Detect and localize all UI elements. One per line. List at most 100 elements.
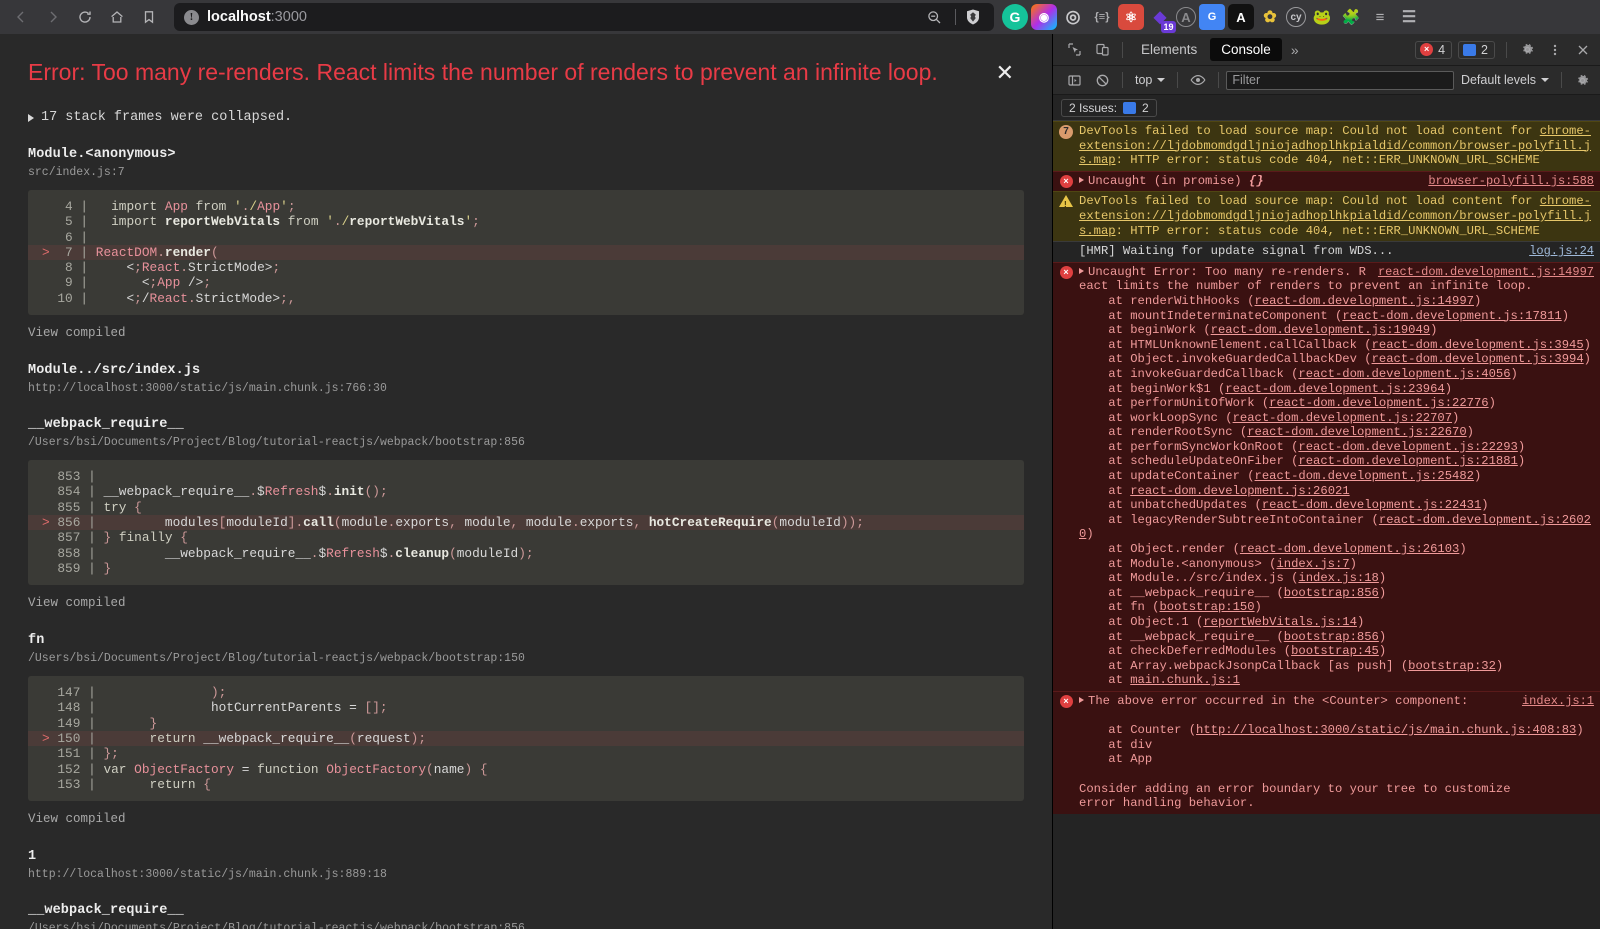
main-menu-icon[interactable]: ☰ bbox=[1396, 4, 1422, 30]
extension-axe-icon[interactable]: A bbox=[1176, 7, 1196, 27]
inspect-element-icon[interactable] bbox=[1061, 38, 1087, 62]
console-message[interactable]: 7 DevTools failed to load source map: Cou… bbox=[1053, 121, 1600, 171]
console-message[interactable]: log.js:24 [HMR] Waiting for update signal… bbox=[1053, 241, 1600, 262]
stack-frame-location: /Users/bsi/Documents/Project/Blog/tutori… bbox=[28, 652, 525, 666]
extension-google-translate-icon[interactable]: G bbox=[1199, 4, 1225, 30]
extension-cypress-icon[interactable]: cy bbox=[1286, 7, 1306, 27]
error-dot-icon: × bbox=[1420, 43, 1434, 56]
code-snippet: 853 | 854 | __webpack_require__.$Refresh… bbox=[28, 460, 1024, 586]
extension-target-ring-icon[interactable]: ◎ bbox=[1060, 4, 1086, 30]
stack-frame-function: __webpack_require__ bbox=[28, 903, 184, 919]
console-message-body: DevTools failed to load source map: Coul… bbox=[1079, 124, 1594, 168]
browser-window: ! localhost:3000 G ◉ ◎ {≡} ⚛ ◆ 19 A G A ✿ bbox=[0, 0, 1600, 929]
stack-frame: __webpack_require__ /Users/bsi/Documents/… bbox=[28, 417, 1024, 611]
console-message[interactable]: DevTools failed to load source map: Coul… bbox=[1053, 191, 1600, 242]
site-info-icon[interactable]: ! bbox=[184, 9, 199, 25]
console-message-list[interactable]: 7 DevTools failed to load source map: Cou… bbox=[1053, 121, 1600, 929]
extension-colorzilla-icon[interactable]: ◉ bbox=[1031, 4, 1057, 30]
stack-frame-function: 1 bbox=[28, 849, 37, 865]
console-sidebar-icon[interactable] bbox=[1061, 68, 1087, 92]
issues-pill[interactable]: 2 Issues: 2 bbox=[1061, 98, 1157, 117]
warning-icon bbox=[1053, 194, 1079, 238]
more-tabs-icon[interactable]: » bbox=[1284, 42, 1306, 58]
console-toolbar-divider-2 bbox=[1177, 72, 1179, 88]
code-line: > 856 | modules[moduleId].call(module.ex… bbox=[28, 514, 1024, 531]
extension-colorpicker-icon[interactable]: ✿ bbox=[1257, 4, 1283, 30]
error-count-badge[interactable]: × 4 bbox=[1415, 40, 1453, 59]
code-line: 854 | __webpack_require__.$Refresh$.init… bbox=[57, 484, 388, 500]
tab-elements[interactable]: Elements bbox=[1130, 38, 1208, 61]
stack-frame: Module.<anonymous> src/index.js:7 4 | imp… bbox=[28, 147, 1024, 341]
error-header: Error: Too many re-renders. React limits… bbox=[28, 58, 1024, 88]
browser-toolbar: ! localhost:3000 G ◉ ◎ {≡} ⚛ ◆ 19 A G A ✿ bbox=[0, 0, 1600, 34]
view-compiled-link[interactable]: View compiled bbox=[28, 596, 126, 610]
issues-bar[interactable]: 2 Issues: 2 bbox=[1053, 95, 1600, 121]
code-line: 858 | __webpack_require__.$Refresh$.clea… bbox=[57, 545, 534, 561]
code-line: 153 | return { bbox=[57, 776, 211, 792]
console-message-source-link[interactable]: log.js:24 bbox=[1529, 244, 1594, 259]
execution-context-label: top bbox=[1135, 73, 1153, 87]
stack-frame-function: __webpack_require__ bbox=[28, 417, 184, 433]
gear-icon[interactable] bbox=[1514, 38, 1540, 62]
issues-count: 2 bbox=[1142, 100, 1149, 115]
clear-console-icon[interactable] bbox=[1089, 68, 1115, 92]
console-message-source-link[interactable]: browser-polyfill.js:588 bbox=[1428, 174, 1594, 189]
log-levels-selector[interactable]: Default levels bbox=[1456, 71, 1554, 89]
extension-frog-icon[interactable]: 🐸 bbox=[1309, 4, 1335, 30]
url-text: localhost:3000 bbox=[207, 9, 911, 25]
console-toolbar-divider-3 bbox=[1218, 72, 1220, 88]
console-message-body: index.js:1 The above error occurred in th… bbox=[1079, 694, 1594, 811]
console-settings-icon[interactable] bbox=[1569, 68, 1595, 92]
error-overlay-content: Error: Too many re-renders. React limits… bbox=[0, 34, 1052, 929]
close-overlay-button[interactable]: ✕ bbox=[976, 58, 1024, 88]
console-message[interactable]: × index.js:1 The above error occurred in t… bbox=[1053, 690, 1600, 814]
extension-angular-icon[interactable]: A bbox=[1228, 4, 1254, 30]
console-message-source-link[interactable]: react-dom.development.js:14997 bbox=[1378, 265, 1594, 280]
code-line: 151 | }; bbox=[57, 746, 119, 762]
url-host: localhost bbox=[207, 9, 271, 25]
console-message-text: Uncaught Error: Too many re-renders. Rea… bbox=[1079, 264, 1591, 688]
collapsed-frames-toggle[interactable]: 17 stack frames were collapsed. bbox=[28, 110, 1024, 125]
extension-redux-devtools-icon[interactable]: ◆ 19 bbox=[1147, 4, 1176, 33]
devtools-tabbar: Elements Console » × 4 2 bbox=[1053, 34, 1600, 66]
issues-label: 2 Issues: bbox=[1069, 100, 1118, 115]
extension-json-formatter-icon[interactable]: {≡} bbox=[1089, 4, 1115, 30]
bookmark-icon[interactable] bbox=[134, 3, 164, 31]
reload-icon[interactable] bbox=[70, 3, 100, 31]
stack-frame-function: fn bbox=[28, 633, 45, 649]
console-message-body: browser-polyfill.js:588 Uncaught (in prom… bbox=[1079, 174, 1594, 189]
forward-arrow-icon[interactable] bbox=[38, 3, 68, 31]
back-arrow-icon[interactable] bbox=[6, 3, 36, 31]
stack-frame-location: src/index.js:7 bbox=[28, 166, 125, 179]
more-options-icon[interactable] bbox=[1542, 38, 1568, 62]
live-expression-icon[interactable] bbox=[1185, 68, 1211, 92]
brave-shield-icon[interactable] bbox=[962, 6, 984, 28]
toggle-device-toolbar-icon[interactable] bbox=[1089, 38, 1115, 62]
search-icon[interactable] bbox=[919, 3, 949, 31]
tabbar-divider bbox=[1122, 41, 1123, 58]
chevron-down-icon-2 bbox=[1541, 78, 1549, 82]
extension-react-devtools-icon[interactable]: ⚛ bbox=[1118, 4, 1144, 30]
stack-frame-location: /Users/bsi/Documents/Project/Blog/tutori… bbox=[28, 922, 525, 929]
execution-context-selector[interactable]: top bbox=[1130, 71, 1170, 89]
info-count-badge[interactable]: 2 bbox=[1458, 40, 1495, 59]
reading-list-icon[interactable]: ≡ bbox=[1367, 4, 1393, 30]
address-bar-divider bbox=[955, 9, 956, 25]
code-line: > 7 | ReactDOM.render( bbox=[28, 244, 1024, 261]
address-bar[interactable]: ! localhost:3000 bbox=[174, 3, 994, 31]
extension-grammarly-icon[interactable]: G bbox=[1002, 4, 1028, 30]
console-message-source-link[interactable]: index.js:1 bbox=[1522, 694, 1594, 709]
log-levels-label: Default levels bbox=[1460, 73, 1536, 87]
close-devtools-icon[interactable] bbox=[1570, 38, 1596, 62]
filter-input[interactable] bbox=[1226, 70, 1454, 90]
tab-console[interactable]: Console bbox=[1210, 38, 1282, 61]
home-icon[interactable] bbox=[102, 3, 132, 31]
view-compiled-link[interactable]: View compiled bbox=[28, 326, 126, 340]
console-message[interactable]: × browser-polyfill.js:588 Uncaught (in pro… bbox=[1053, 170, 1600, 192]
stack-frames-list: Module.<anonymous> src/index.js:7 4 | imp… bbox=[28, 147, 1024, 929]
code-line: 6 | bbox=[57, 229, 96, 245]
console-message[interactable]: × react-dom.development.js:14997 Uncaught … bbox=[1053, 261, 1600, 691]
extensions-puzzle-icon[interactable]: 🧩 bbox=[1338, 4, 1364, 30]
view-compiled-link[interactable]: View compiled bbox=[28, 812, 126, 826]
issues-info-icon bbox=[1123, 101, 1137, 114]
